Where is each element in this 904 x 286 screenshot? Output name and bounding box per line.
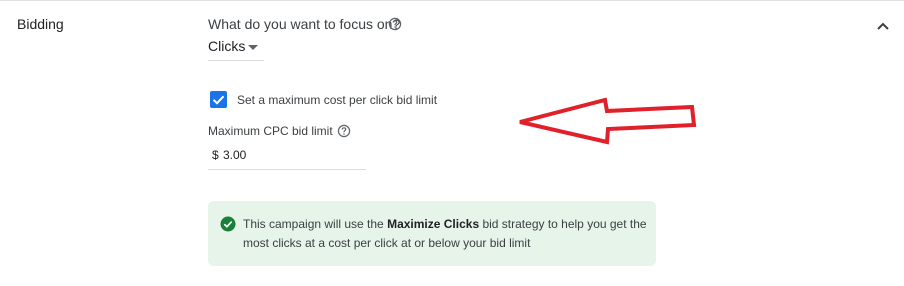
section-title: Bidding <box>17 16 64 32</box>
focus-question: What do you want to focus on? <box>208 16 401 32</box>
currency-symbol: $ <box>212 148 219 162</box>
strategy-info-text: This campaign will use the Maximize Clic… <box>243 215 651 253</box>
strategy-name: Maximize Clicks <box>387 217 480 231</box>
max-cpc-input[interactable]: $ 3.00 <box>208 143 366 170</box>
collapse-button[interactable] <box>872 16 894 36</box>
help-icon[interactable] <box>388 17 402 31</box>
max-cpc-checkbox[interactable] <box>210 91 227 108</box>
help-icon[interactable] <box>337 124 351 138</box>
annotation-arrow <box>519 97 697 145</box>
max-cpc-value[interactable]: 3.00 <box>223 148 246 162</box>
top-divider <box>0 0 904 1</box>
focus-selected-value: Clicks <box>208 38 246 54</box>
focus-dropdown[interactable]: Clicks <box>208 36 264 61</box>
max-cpc-checkbox-label[interactable]: Set a maximum cost per click bid limit <box>237 93 437 107</box>
chevron-up-icon <box>877 22 889 30</box>
dropdown-caret-icon <box>248 45 258 50</box>
strategy-info-banner: This campaign will use the Maximize Clic… <box>208 201 656 266</box>
check-circle-icon <box>220 216 236 232</box>
info-text-before: This campaign will use the <box>243 217 388 231</box>
checkmark-icon <box>212 95 225 105</box>
max-cpc-label: Maximum CPC bid limit <box>208 124 333 138</box>
